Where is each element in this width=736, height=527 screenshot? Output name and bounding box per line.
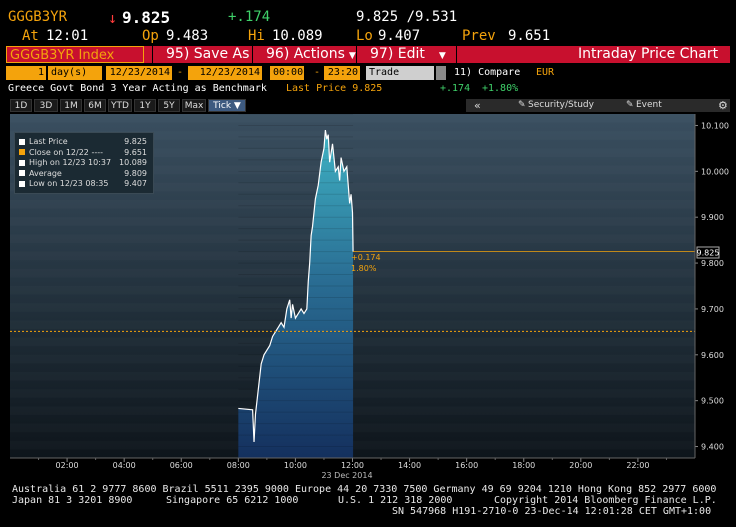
y-tick-label: 9.500 — [701, 397, 724, 406]
last-price-tag: 9.825 — [697, 249, 720, 258]
footer-copyright: Copyright 2014 Bloomberg Finance L.P. — [494, 495, 717, 506]
chart-legend: Last Price 9.825 Close on 12/22 ---- 9.651 H… — [14, 132, 154, 194]
legend-swatch — [19, 170, 25, 176]
x-axis-label: 23 Dec 2014 — [321, 471, 372, 480]
legend-label: Average — [29, 168, 62, 178]
legend-swatch — [19, 159, 25, 166]
legend-item[interactable]: Low on 12/23 08:35 9.407 — [19, 179, 149, 188]
legend-swatch — [19, 149, 25, 155]
x-tick-label: 02:00 — [56, 461, 79, 470]
x-tick-label: 10:00 — [284, 461, 307, 470]
legend-label: Low on 12/23 08:35 — [29, 179, 109, 188]
legend-label: High on 12/23 10:37 — [29, 158, 112, 167]
legend-item[interactable]: Average 9.809 — [19, 169, 149, 178]
legend-swatch — [19, 180, 25, 187]
plot-band — [10, 114, 695, 123]
legend-label: Last Price — [29, 137, 68, 146]
x-tick-label: 16:00 — [455, 461, 478, 470]
y-tick-label: 9.800 — [701, 259, 724, 268]
legend-swatch — [19, 138, 25, 145]
legend-item[interactable]: Close on 12/22 ---- 9.651 — [19, 148, 149, 157]
legend-value: 10.089 — [119, 158, 147, 167]
legend-label: Close on 12/22 ---- — [29, 147, 103, 157]
footer-phone-line1: Australia 61 2 9777 8600 Brazil 5511 239… — [12, 484, 717, 495]
x-tick-label: 18:00 — [512, 461, 535, 470]
x-tick-label: 08:00 — [227, 461, 250, 470]
y-tick-label: 9.900 — [701, 213, 724, 222]
price-chart[interactable]: 9.400 9.500 9.600 9.700 9.800 9.900 10.000 10.1… — [0, 0, 736, 527]
x-tick-label: 12:00 — [341, 461, 364, 470]
x-tick-label: 22:00 — [626, 461, 649, 470]
legend-value: 9.809 — [124, 168, 147, 178]
x-tick-label: 06:00 — [170, 461, 193, 470]
y-tick-label: 9.600 — [701, 351, 724, 360]
change-pct-annotation: 1.80% — [351, 264, 377, 273]
y-tick-label: 9.400 — [701, 443, 724, 452]
legend-value: 9.407 — [124, 179, 147, 188]
change-annotation: +0.174 — [351, 253, 381, 262]
legend-value: 9.651 — [124, 147, 147, 157]
x-tick-label: 20:00 — [569, 461, 592, 470]
footer-us: U.S. 1 212 318 2000 — [338, 495, 453, 506]
y-tick-label: 10.000 — [701, 167, 729, 176]
y-tick-label: 9.700 — [701, 305, 724, 314]
footer-japan: Japan 81 3 3201 8900 — [12, 495, 133, 506]
legend-item[interactable]: High on 12/23 10:37 10.089 — [19, 158, 149, 167]
legend-item[interactable]: Last Price 9.825 — [19, 137, 149, 146]
x-tick-label: 04:00 — [113, 461, 136, 470]
footer-singapore: Singapore 65 6212 1000 — [166, 495, 299, 506]
x-tick-label: 14:00 — [398, 461, 421, 470]
footer-session: SN 547968 H191-2710-0 23-Dec-14 12:01:28… — [392, 506, 712, 517]
legend-value: 9.825 — [124, 137, 147, 146]
y-tick-label: 10.100 — [701, 121, 729, 130]
